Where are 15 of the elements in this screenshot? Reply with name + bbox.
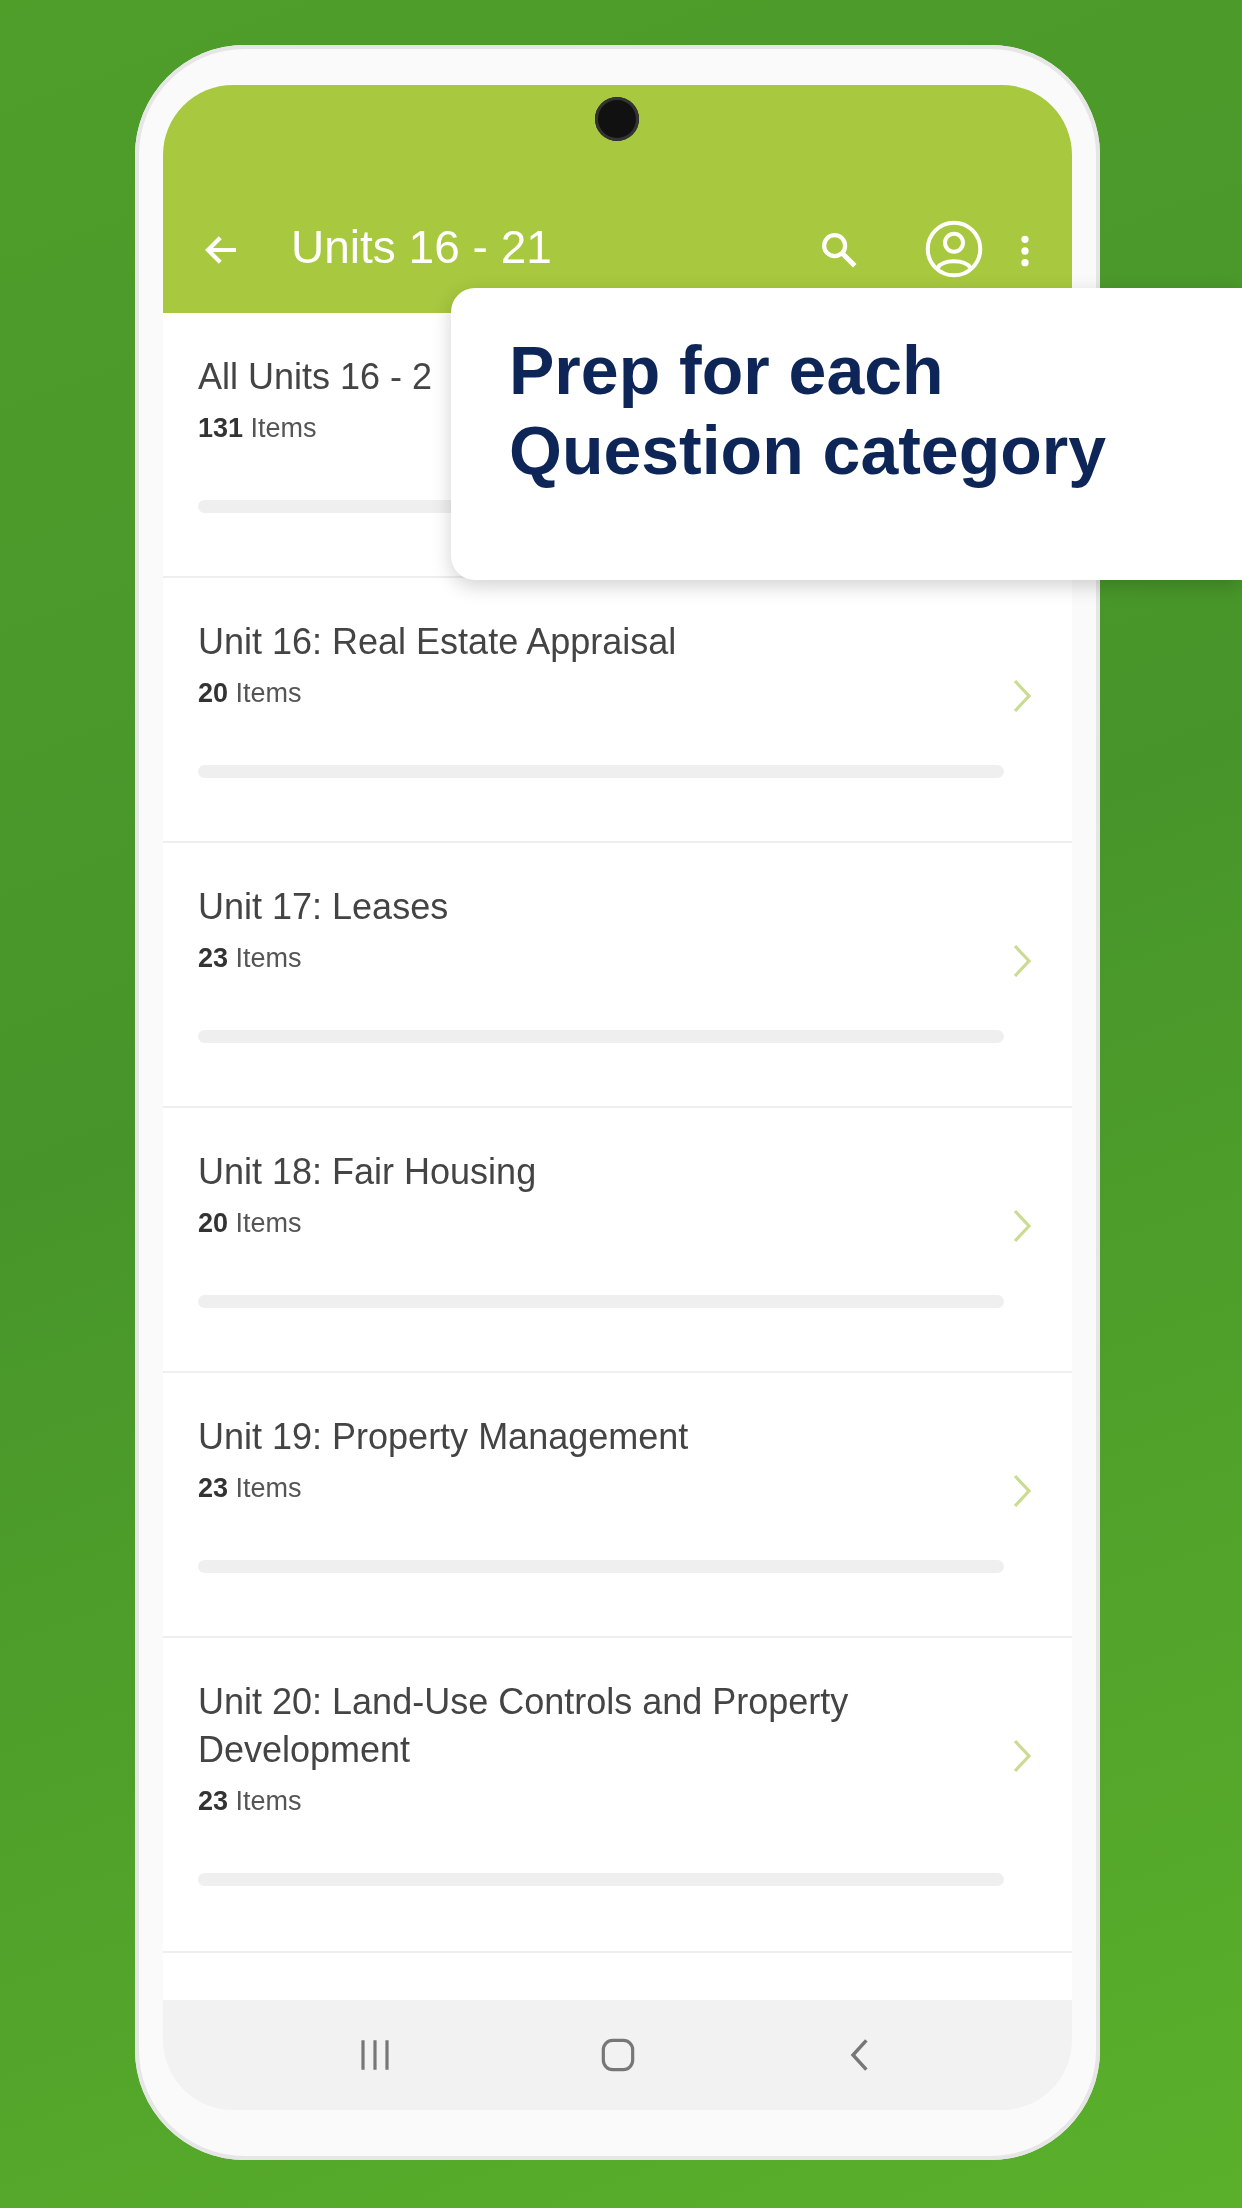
item-count: 131 Items	[198, 413, 318, 444]
unit-title: Unit 16: Real Estate Appraisal	[198, 620, 677, 664]
item-count: 23 Items	[198, 1786, 303, 1817]
item-count: 20 Items	[198, 1208, 303, 1239]
item-count: 23 Items	[198, 943, 303, 974]
unit-title: Unit 17: Leases	[198, 885, 449, 929]
unit-title: All Units 16 - 2	[198, 355, 433, 399]
item-count: 20 Items	[198, 678, 303, 709]
unit-title: Unit 18: Fair Housing	[198, 1150, 537, 1194]
callout-text: Prep for each Question category	[509, 331, 1108, 490]
screen-title: Units 16 - 21	[291, 221, 553, 273]
unit-title: Unit 19: Property Management	[198, 1415, 689, 1459]
profile-icon[interactable]	[924, 219, 984, 279]
unit-title: Unit 20: Land-Use Controls and Property Development	[198, 1680, 850, 1772]
item-count: 23 Items	[198, 1473, 303, 1504]
